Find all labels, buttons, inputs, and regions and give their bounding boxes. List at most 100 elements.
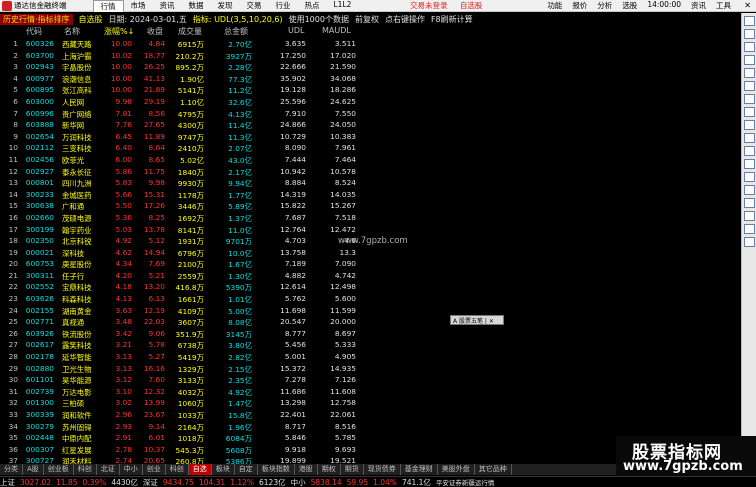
menu-industry[interactable]: 行业: [269, 0, 298, 12]
toolbar-chart-icon[interactable]: [744, 29, 755, 39]
market-tab[interactable]: 科创: [74, 464, 97, 475]
market-tab[interactable]: 其它品种: [475, 464, 512, 475]
menu-tools[interactable]: 工具: [711, 0, 736, 11]
close-icon[interactable]: ✕: [744, 1, 751, 10]
table-row[interactable]: 15 300638 广和通 5.50 17.26 3446万 5.89亿 15.822 15.2…: [0, 200, 740, 212]
table-row[interactable]: 33 300339 润和软件 2.96 23.67 1033万 15.8亿 22.401 22.…: [0, 409, 740, 421]
table-row[interactable]: 27 002617 露笑科技 3.21 5.78 6738万 3.80亿 5.456 5.333: [0, 339, 740, 351]
toolbar-help-icon[interactable]: [744, 185, 755, 195]
table-row[interactable]: 25 002771 真视通 3.48 22.03 3607万 8.08亿 20.547 20.0…: [0, 316, 740, 328]
menu-news[interactable]: 资讯: [153, 0, 182, 12]
toolbar-list-icon[interactable]: [744, 55, 755, 65]
toolbar-tools-icon[interactable]: [744, 159, 755, 169]
table-row[interactable]: 19 000021 深科技 4.62 14.94 6796万 10.0亿 13.758 13.3: [0, 247, 740, 259]
menu-info[interactable]: 资讯: [686, 0, 711, 11]
market-tab[interactable]: 美股外盘: [438, 464, 475, 475]
toolbar-trade-icon[interactable]: [744, 146, 755, 156]
market-tab[interactable]: 分类: [0, 464, 23, 475]
table-row[interactable]: 6 603000 人民网 9.98 29.19 1.10亿 32.6亿 25.596 24.62…: [0, 96, 740, 108]
market-tab[interactable]: 基金理财: [401, 464, 438, 475]
table-row[interactable]: 14 300233 金城医药 5.66 15.31 1178万 1.77亿 14.319 14.…: [0, 189, 740, 201]
table-row[interactable]: 16 002660 茂硕电源 5.36 8.25 1692万 1.37亿 7.687 7.518: [0, 212, 740, 224]
market-tab[interactable]: 创业板: [44, 464, 74, 475]
mode-tag[interactable]: 历史行情·指标排序: [0, 13, 73, 25]
col-udl[interactable]: UDL: [288, 26, 304, 35]
col-code[interactable]: 代码: [26, 26, 42, 37]
col-maudl[interactable]: MAUDL: [322, 26, 351, 35]
menu-analysis[interactable]: 分析: [592, 0, 617, 11]
market-tab[interactable]: 自选: [188, 464, 212, 475]
table-row[interactable]: 10 002112 三变科技 6.40 8.64 2410万 2.07亿 8.090 7.961: [0, 142, 740, 154]
table-row[interactable]: 1 600326 西藏天路 10.00 4.84 6915万 2.70亿 3.635 3.511: [0, 38, 740, 50]
table-row[interactable]: 13 000801 四川九洲 5.83 9.98 9930万 9.94亿 8.884 8.524: [0, 177, 740, 189]
menu-trade[interactable]: 交易: [240, 0, 269, 12]
table-row[interactable]: 32 001300 三柏硕 3.02 13.99 1060万 1.47亿 13.298 12.7…: [0, 397, 740, 409]
menu-picker[interactable]: 选股: [617, 0, 642, 11]
market-tab[interactable]: 中小: [120, 464, 143, 475]
sz-index-name[interactable]: 深证: [143, 477, 158, 487]
toolbar-f10-icon[interactable]: [744, 81, 755, 91]
table-row[interactable]: 3 002943 宇晶股份 10.00 26.25 895.2万 2.28亿 22.666 21…: [0, 61, 740, 73]
table-row[interactable]: 9 002654 万润科技 6.45 11.89 9747万 11.3亿 10.729 10.3…: [0, 131, 740, 143]
trade-login-link[interactable]: 交易未登录: [410, 1, 448, 10]
table-row[interactable]: 11 002456 欧菲光 6.00 8.65 5.02亿 43.0亿 7.444 7.464: [0, 154, 740, 166]
market-tab[interactable]: A股: [23, 464, 44, 475]
sh-index-name[interactable]: 上证: [0, 477, 15, 487]
table-row[interactable]: 5 600895 张江高科 10.00 21.89 5141万 11.2亿 19.128 18.…: [0, 84, 740, 96]
col-close[interactable]: 收盘: [147, 26, 163, 37]
table-row[interactable]: 23 603626 科森科技 4.13 6.13 1661万 1.01亿 5.762 5.600: [0, 293, 740, 305]
col-volume[interactable]: 成交量: [178, 26, 202, 37]
market-tab[interactable]: 科创: [166, 464, 189, 475]
market-tab[interactable]: 现货债券: [364, 464, 401, 475]
toolbar-print-icon[interactable]: [744, 224, 755, 234]
floating-widget[interactable]: A 股票五笔 | ✕: [450, 315, 504, 325]
menu-market[interactable]: 市场: [124, 0, 153, 12]
menu-quote[interactable]: 报价: [567, 0, 592, 11]
market-tab[interactable]: 期权: [318, 464, 341, 475]
col-change[interactable]: 涨幅%↓: [104, 26, 134, 37]
toolbar-settings-icon[interactable]: [744, 172, 755, 182]
table-row[interactable]: 29 002880 卫光生物 3.13 16.16 1329万 2.15亿 15.372 14.…: [0, 363, 740, 375]
market-tab[interactable]: 期货: [341, 464, 364, 475]
ad-banner[interactable]: 股票指标网 www.7gpzb.com: [616, 436, 756, 476]
table-row[interactable]: 2 603700 上海沪霸 10.02 18.77 210.2万 3927万 17.250 17…: [0, 50, 740, 62]
menu-function[interactable]: 功能: [542, 0, 567, 11]
table-row[interactable]: 17 300199 翰宇药业 5.03 13.78 8141万 11.0亿 12.764 12.…: [0, 224, 740, 236]
table-row[interactable]: 31 002739 万达电影 3.10 12.32 4032万 4.92亿 11.686 11.…: [0, 386, 740, 398]
menu-data[interactable]: 数据: [182, 0, 211, 12]
menu-l1l2[interactable]: L1L2: [327, 0, 359, 12]
toolbar-lock-icon[interactable]: [744, 211, 755, 221]
toolbar-news-icon[interactable]: [744, 68, 755, 78]
table-row[interactable]: 30 601101 昊华能源 3.12 7.60 3133万 2.35亿 7.278 7.126: [0, 374, 740, 386]
menu-quotes[interactable]: 行情: [92, 0, 124, 12]
table-row[interactable]: 4 000977 浪潮信息 10.00 41.13 1.90亿 77.3亿 35.902 34.…: [0, 73, 740, 85]
table-row[interactable]: 24 002155 湖南黄金 3.63 12.19 4109万 5.00亿 11.698 11.…: [0, 305, 740, 317]
toolbar-sort-icon[interactable]: [744, 94, 755, 104]
toolbar-more-icon[interactable]: [744, 237, 755, 247]
table-row[interactable]: 34 300279 苏州固锝 2.93 9.14 2164万 1.96亿 8.717 8.516: [0, 421, 740, 433]
table-row[interactable]: 21 300311 任子行 4.20 5.21 2559万 1.30亿 4.882 4.742: [0, 270, 740, 282]
market-tab[interactable]: 港股: [295, 464, 318, 475]
menu-hot[interactable]: 热点: [298, 0, 327, 12]
market-tab[interactable]: 板块指数: [258, 464, 295, 475]
market-tab[interactable]: 板块: [212, 464, 235, 475]
table-row[interactable]: 28 002178 延华智能 3.13 5.27 5419万 2.82亿 5.001 4.905: [0, 351, 740, 363]
toolbar-kline-icon[interactable]: [744, 42, 755, 52]
watchlist-link[interactable]: 自选股: [460, 1, 483, 10]
toolbar-quote-icon[interactable]: [744, 16, 755, 26]
table-row[interactable]: 22 002552 宝鼎科技 4.18 13.20 416.8万 5390万 12.614 12…: [0, 281, 740, 293]
zx-index-name[interactable]: 中小: [291, 477, 306, 487]
menu-discover[interactable]: 发现: [211, 0, 240, 12]
market-tab[interactable]: 自定: [235, 464, 258, 475]
toolbar-window-icon[interactable]: [744, 198, 755, 208]
table-row[interactable]: 7 600996 贵广网络 7.81 8.56 4795万 4.13亿 7.910 7.550: [0, 108, 740, 120]
toolbar-alert-icon[interactable]: [744, 133, 755, 143]
table-row[interactable]: 12 002927 泰永长征 5.86 11.75 1840万 2.17亿 10.942 10.…: [0, 166, 740, 178]
col-amount[interactable]: 总金额: [224, 26, 248, 37]
col-name[interactable]: 名称: [64, 26, 80, 37]
market-tab[interactable]: 创业: [143, 464, 166, 475]
toolbar-filter-icon[interactable]: [744, 107, 755, 117]
market-tab[interactable]: 北证: [97, 464, 120, 475]
toolbar-formula-icon[interactable]: [744, 120, 755, 130]
table-row[interactable]: 26 603926 铁流股份 3.42 9.06 351.9万 3145万 8.777 8.69…: [0, 328, 740, 340]
